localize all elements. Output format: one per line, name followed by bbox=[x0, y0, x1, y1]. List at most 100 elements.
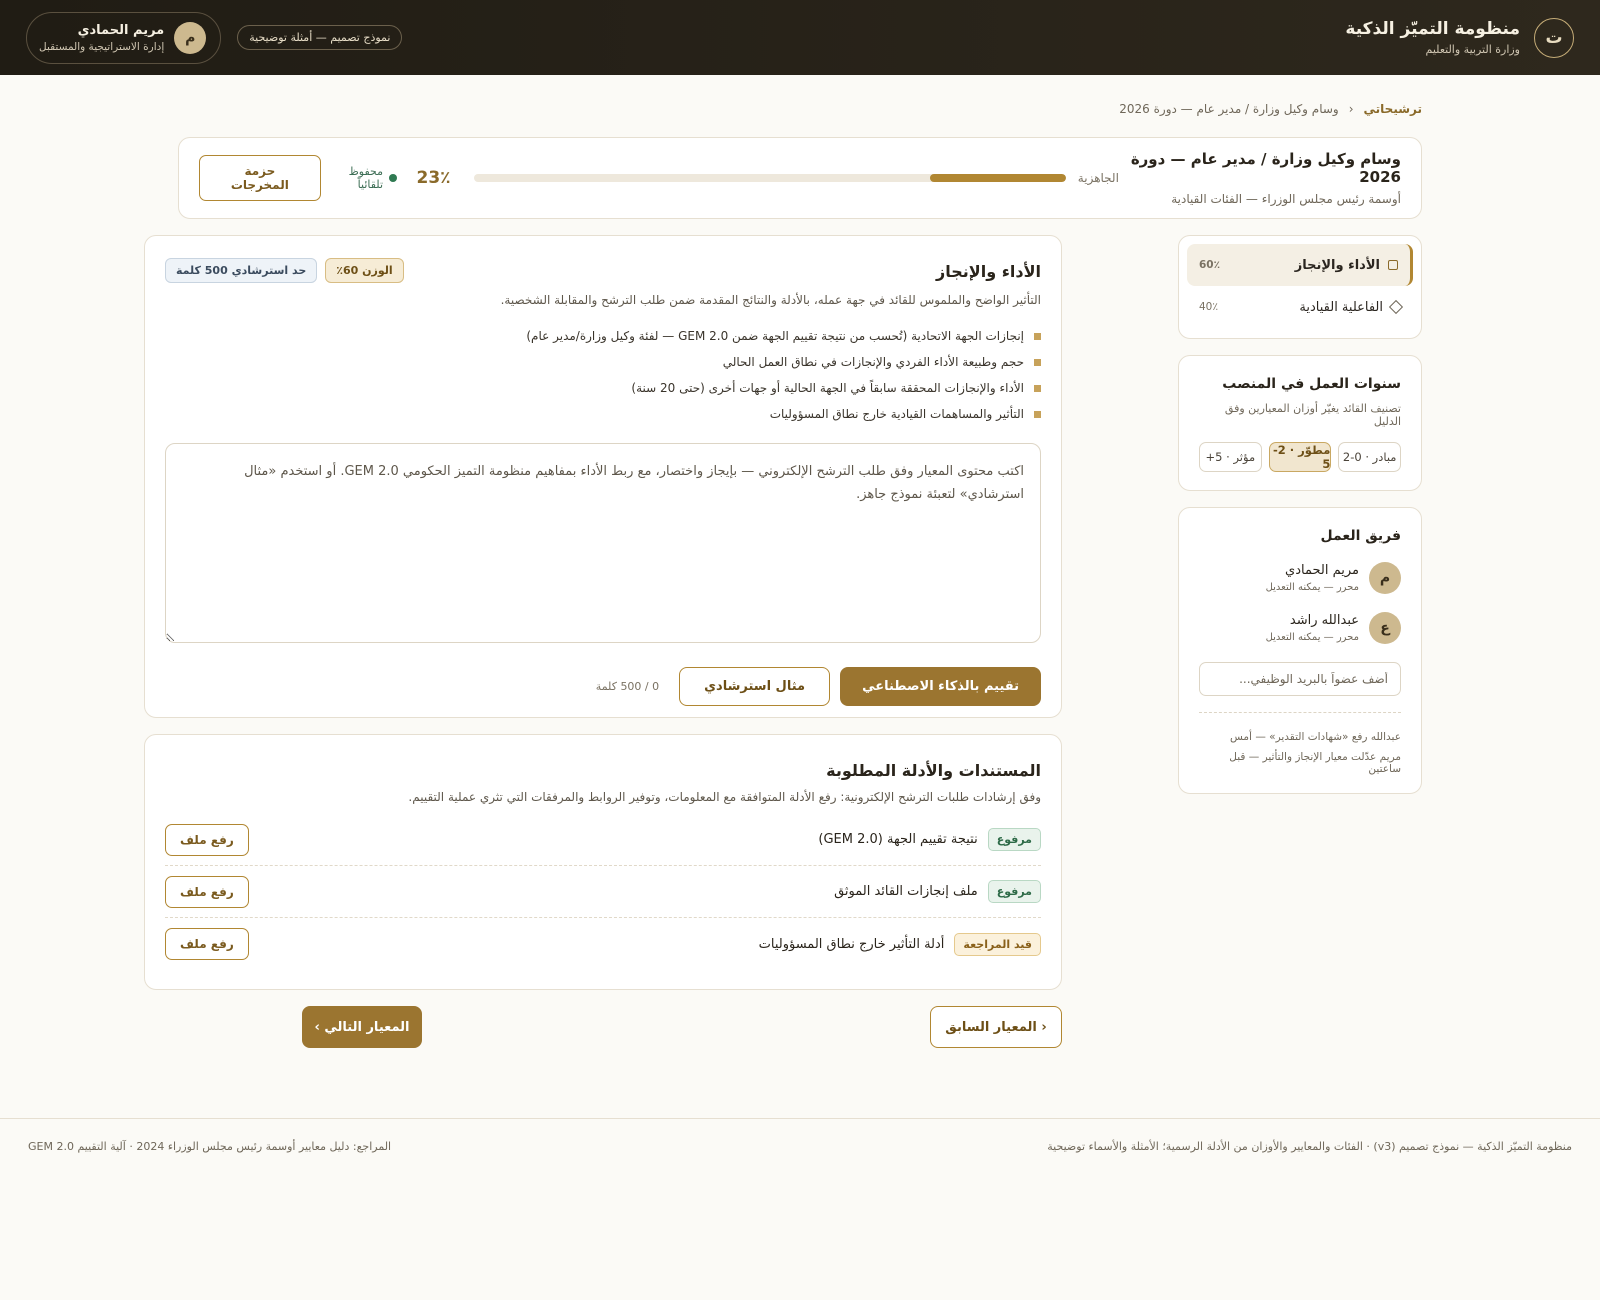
brand: ت منظومة التميّز الذكية وزارة التربية وا… bbox=[1345, 17, 1574, 58]
subpoint-text: حجم وطبيعة الأداء الفردي والإنجازات في ن… bbox=[722, 355, 1024, 369]
member-role: محرر — يمكنه التعديل bbox=[1265, 632, 1359, 643]
breadcrumb: ترشيحاتي ‹ وسام وكيل وزارة / مدير عام — … bbox=[1119, 102, 1422, 116]
bullet-icon bbox=[1034, 358, 1041, 366]
readiness-progress-bar bbox=[474, 174, 1066, 182]
user-role: إدارة الاستراتيجية والمستقبل bbox=[39, 40, 165, 53]
upload-file-button[interactable]: رفع ملف bbox=[165, 928, 249, 960]
document-row: قيد المراجعة أدلة التأثير خارج نطاق المس… bbox=[165, 918, 1041, 970]
autosave-dot-icon bbox=[389, 174, 397, 182]
document-row: مرفوع ملف إنجازات القائد الموثق رفع ملف bbox=[165, 866, 1041, 918]
bullet-icon bbox=[1034, 410, 1041, 418]
team-member: ع عبدالله راشد محرر — يمكنه التعديل bbox=[1199, 612, 1401, 644]
document-name: ملف إنجازات القائد الموثق bbox=[834, 884, 978, 899]
criterion-description: التأثير الواضح والملموس للقائد في جهة عم… bbox=[500, 293, 1041, 307]
footer-references: المراجع: دليل معايير أوسمة رئيس مجلس الو… bbox=[28, 1140, 392, 1153]
document-name: أدلة التأثير خارج نطاق المسؤوليات bbox=[758, 936, 945, 952]
readiness-label: الجاهزية bbox=[1077, 171, 1119, 185]
member-avatar: ع bbox=[1369, 612, 1401, 644]
document-row: مرفوع نتيجة تقييم الجهة (GEM 2.0) رفع مل… bbox=[165, 814, 1041, 866]
status-badge: قيد المراجعة bbox=[954, 932, 1041, 956]
documents-list: مرفوع نتيجة تقييم الجهة (GEM 2.0) رفع مل… bbox=[165, 814, 1041, 970]
activity-item: مريم عدّلت معيار الإنجاز والتأثير — قبل … bbox=[1229, 751, 1401, 775]
years-title: سنوات العمل في المنصب bbox=[1222, 376, 1401, 392]
diamond-icon bbox=[1388, 299, 1404, 315]
documents-description: وفق إرشادات طلبات الترشح الإلكترونية: رف… bbox=[408, 790, 1041, 804]
team-member: م مريم الحمادي محرر — يمكنه التعديل bbox=[1199, 562, 1401, 594]
years-segmented-control: مبادر · 0-2 مطوّر · 2-5 مؤثر · 5+ bbox=[1198, 442, 1401, 472]
readiness-progress-fill bbox=[929, 174, 1066, 182]
criterion-title: الأداء والإنجاز bbox=[936, 262, 1041, 281]
member-name: عبدالله راشد bbox=[1289, 613, 1359, 628]
upload-file-button[interactable]: رفع ملف bbox=[165, 823, 249, 856]
list-item: حجم وطبيعة الأداء الفردي والإنجازات في ن… bbox=[165, 349, 1041, 375]
team-title: فريق العمل bbox=[1320, 528, 1401, 544]
example-button[interactable]: مثال استرشادي bbox=[679, 667, 831, 706]
readiness-percent: 23٪ bbox=[416, 168, 451, 188]
app-title: منظومة التميّز الذكية bbox=[1345, 19, 1520, 39]
nomination-subtitle: أوسمة رئيس مجلس الوزراء — الفئات القيادي… bbox=[1171, 192, 1401, 206]
app-subtitle: وزارة التربية والتعليم bbox=[1425, 43, 1520, 56]
criterion-tab-performance[interactable]: الأداء والإنجاز 60٪ bbox=[1187, 244, 1413, 286]
weight-badge: الوزن 60٪ bbox=[325, 258, 404, 283]
next-criterion-button[interactable]: المعيار التالي › bbox=[302, 1006, 422, 1048]
documents-title: المستندات والأدلة المطلوبة bbox=[826, 761, 1041, 780]
member-name: مريم الحمادي bbox=[1285, 563, 1359, 578]
status-badge: مرفوع bbox=[987, 880, 1041, 903]
square-icon bbox=[1388, 260, 1398, 270]
outputs-bundle-button[interactable]: حزمة المخرجات bbox=[199, 155, 321, 201]
bullet-icon bbox=[1034, 332, 1041, 340]
list-item: الأداء والإنجازات المحققة سابقاً في الجه… bbox=[165, 375, 1041, 401]
criteria-nav: الأداء والإنجاز 60٪ الفاعلية القيادية 40… bbox=[1178, 235, 1422, 339]
footer: منظومة التميّز الذكية — نموذج تصميم (v3)… bbox=[0, 1118, 1600, 1174]
years-option-developer[interactable]: مطوّر · 2-5 bbox=[1268, 442, 1332, 472]
years-subtitle: تصنيف القائد يغيّر أوزان المعيارين وفق ا… bbox=[1224, 402, 1401, 428]
autosave-text: محفوظ تلقائياً bbox=[348, 165, 384, 191]
years-option-influencer[interactable]: مؤثر · 5+ bbox=[1198, 442, 1262, 472]
activity-feed: عبدالله رفع «شهادات التقدير» — أمس مريم … bbox=[1199, 712, 1401, 775]
top-bar: ت منظومة التميّز الذكية وزارة التربية وا… bbox=[0, 0, 1600, 75]
document-name: نتيجة تقييم الجهة (GEM 2.0) bbox=[818, 832, 978, 847]
criterion-content-editor[interactable] bbox=[165, 443, 1041, 643]
ai-evaluate-button[interactable]: تقييم بالذكاء الاصطناعي bbox=[840, 667, 1041, 706]
upload-file-button[interactable]: رفع ملف bbox=[165, 875, 249, 908]
documents-card: المستندات والأدلة المطلوبة وفق إرشادات ط… bbox=[144, 734, 1062, 990]
criterion-tab-label: الأداء والإنجاز bbox=[1294, 257, 1380, 273]
nomination-title: وسام وكيل وزارة / مدير عام — دورة 2026 bbox=[1130, 150, 1401, 186]
activity-item: عبدالله رفع «شهادات التقدير» — أمس bbox=[1230, 731, 1401, 743]
user-menu[interactable]: م مريم الحمادي إدارة الاستراتيجية والمست… bbox=[26, 11, 222, 64]
list-item: التأثير والمساهمات القيادية خارج نطاق ال… bbox=[165, 401, 1041, 427]
footer-note: منظومة التميّز الذكية — نموذج تصميم (v3)… bbox=[1047, 1140, 1572, 1153]
years-in-role-card: سنوات العمل في المنصب تصنيف القائد يغيّر… bbox=[1178, 355, 1422, 491]
header-left-group: نموذج تصميم — أمثلة توضيحية م مريم الحما… bbox=[26, 11, 403, 64]
word-limit-badge: حد استرشادي 500 كلمة bbox=[165, 258, 318, 283]
criterion-tab-leadership[interactable]: الفاعلية القيادية 40٪ bbox=[1187, 286, 1413, 328]
subpoint-text: التأثير والمساهمات القيادية خارج نطاق ال… bbox=[769, 407, 1024, 421]
subpoint-text: الأداء والإنجازات المحققة سابقاً في الجه… bbox=[631, 381, 1024, 395]
demo-chip: نموذج تصميم — أمثلة توضيحية bbox=[237, 25, 403, 50]
years-option-initiator[interactable]: مبادر · 0-2 bbox=[1338, 442, 1401, 472]
breadcrumb-root-link[interactable]: ترشيحاتي bbox=[1364, 102, 1422, 116]
criterion-editor-card: الأداء والإنجاز الوزن 60٪ حد استرشادي 50… bbox=[144, 235, 1062, 718]
nomination-summary: وسام وكيل وزارة / مدير عام — دورة 2026 أ… bbox=[178, 137, 1422, 219]
previous-criterion-button[interactable]: ‹ المعيار السابق bbox=[930, 1006, 1062, 1048]
status-badge: مرفوع bbox=[987, 828, 1041, 851]
team-card: فريق العمل م مريم الحمادي محرر — يمكنه ا… bbox=[1178, 507, 1422, 794]
member-avatar: م bbox=[1369, 562, 1401, 594]
list-item: إنجازات الجهة الاتحادية (تُحسب من نتيجة … bbox=[165, 323, 1041, 349]
criterion-tab-weight: 60٪ bbox=[1199, 259, 1221, 271]
user-avatar: م bbox=[174, 21, 207, 54]
bullet-icon bbox=[1034, 384, 1041, 392]
invite-member-input[interactable] bbox=[1199, 662, 1401, 696]
criterion-tab-label: الفاعلية القيادية bbox=[1299, 299, 1383, 315]
criterion-tab-weight: 40٪ bbox=[1199, 301, 1219, 313]
brand-logo: ت bbox=[1534, 17, 1574, 58]
sidebar: الأداء والإنجاز 60٪ الفاعلية القيادية 40… bbox=[1178, 235, 1422, 794]
word-count: 0 / 500 كلمة bbox=[595, 680, 660, 693]
breadcrumb-current: وسام وكيل وزارة / مدير عام — دورة 2026 bbox=[1119, 102, 1339, 116]
user-name: مريم الحمادي bbox=[77, 22, 165, 38]
breadcrumb-separator: ‹ bbox=[1348, 102, 1354, 116]
autosave-status: محفوظ تلقائياً bbox=[321, 165, 397, 191]
member-role: محرر — يمكنه التعديل bbox=[1265, 582, 1359, 593]
criterion-subpoints: إنجازات الجهة الاتحادية (تُحسب من نتيجة … bbox=[165, 323, 1041, 427]
subpoint-text: إنجازات الجهة الاتحادية (تُحسب من نتيجة … bbox=[526, 329, 1024, 343]
